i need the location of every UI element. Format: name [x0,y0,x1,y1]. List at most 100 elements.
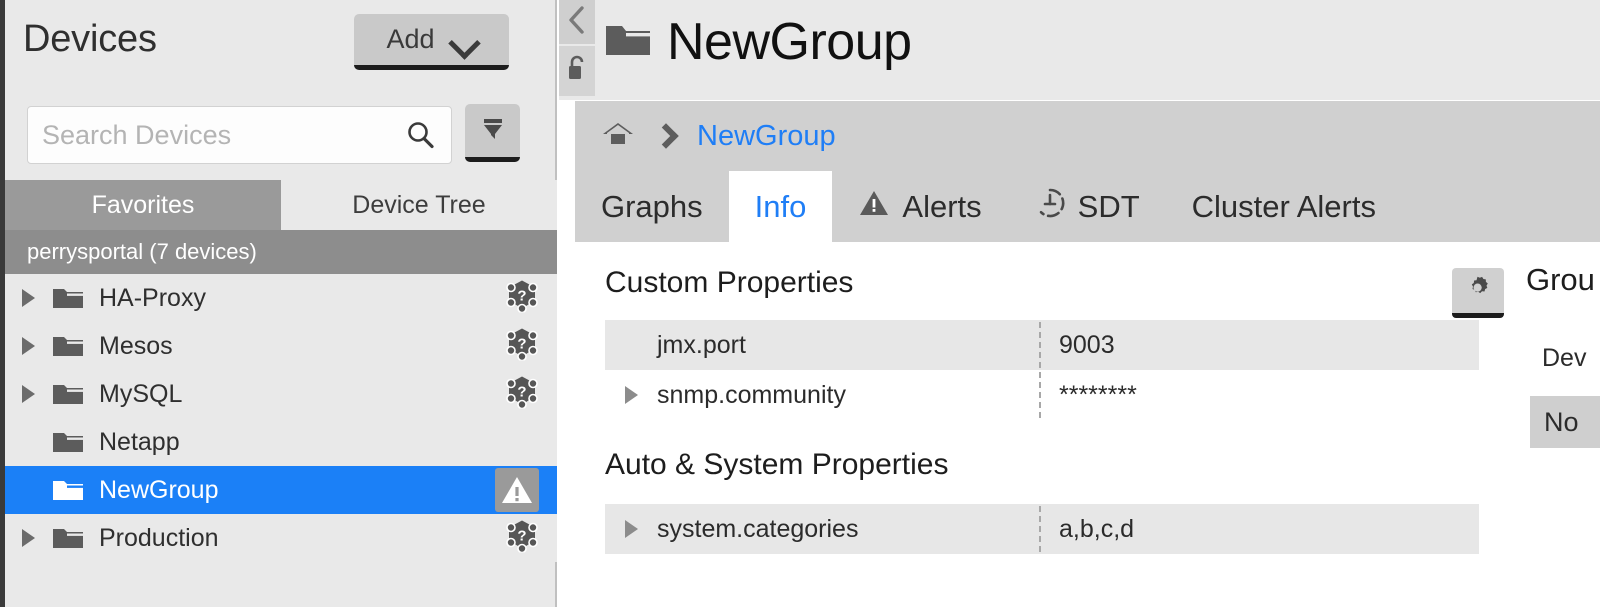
page-title-row: NewGroup [603,12,912,72]
folder-icon [51,380,95,408]
app-root: Devices Add Search Devices Favorites Dev… [0,0,1600,607]
section-custom-properties: Custom Properties [605,266,853,300]
svg-text:?: ? [517,336,526,353]
tab-sdt[interactable]: SDT [1008,171,1166,242]
tab-alerts-label: Alerts [902,189,982,224]
page-title-devices: Devices [23,18,157,60]
warning-triangle-icon [495,468,539,512]
folder-icon [603,18,653,67]
chevron-right-icon [653,123,679,149]
main-panel: NewGroup NewGroup Graphs Info Alerts SDT… [559,0,1600,607]
cluster-unknown-icon: ? [505,327,539,366]
lock-toggle-button[interactable] [559,46,595,96]
sidebar-tab-device-tree-label: Device Tree [352,190,486,219]
tab-cluster-alerts[interactable]: Cluster Alerts [1166,171,1402,242]
breadcrumb-item-newgroup[interactable]: NewGroup [697,120,836,153]
column-divider [1039,506,1041,552]
device-tree: HA-Proxy ? Mesos ? MySQL ? Netapp NewGro… [5,274,557,562]
right-panel-label: Dev [1542,344,1587,372]
property-row[interactable]: system.categories a,b,c,d [605,504,1479,554]
tab-sdt-label: SDT [1077,189,1140,224]
svg-text:?: ? [517,384,526,401]
expand-arrow-icon[interactable] [5,529,51,547]
cluster-unknown-icon: ? [505,279,539,318]
panel-edge [1518,244,1520,607]
tree-row[interactable]: Netapp [5,418,557,466]
tab-info-label: Info [754,189,807,224]
svg-text:?: ? [517,288,526,305]
tab-alerts[interactable]: Alerts [832,171,1007,242]
tree-row[interactable]: Production ? [5,514,557,562]
search-input[interactable] [28,107,373,163]
expand-arrow-icon[interactable] [5,289,51,307]
expand-arrow-icon[interactable] [5,337,51,355]
property-name: snmp.community [657,380,846,409]
cluster-unknown-icon: ? [505,519,539,558]
home-icon[interactable] [601,119,635,154]
main-header: NewGroup [559,0,1600,100]
property-value: 9003 [1059,330,1115,359]
tree-item-label: Production [99,523,219,552]
auto-system-properties-table: system.categories a,b,c,d [605,504,1479,554]
sidebar-tabs: Favorites Device Tree [5,180,557,230]
column-divider [1039,372,1041,418]
tree-item-label: Mesos [99,331,173,360]
tree-item-label: HA-Proxy [99,283,206,312]
tree-row[interactable]: HA-Proxy ? [5,274,557,322]
cluster-unknown-icon: ? [505,375,539,414]
tab-info[interactable]: Info [728,171,833,242]
main-tabs: Graphs Info Alerts SDT Cluster Alerts [575,171,1600,242]
unlock-padlock-icon [566,54,588,89]
info-content: Custom Properties jmx.port 9003 snmp.com… [575,242,1600,607]
tab-graphs[interactable]: Graphs [575,171,729,242]
sidebar-tab-device-tree[interactable]: Device Tree [281,180,557,230]
property-row[interactable]: snmp.community ******** [605,370,1479,420]
section-title: Custom Properties [605,266,854,299]
custom-properties-table: jmx.port 9003 snmp.community ******** [605,320,1479,420]
property-name: system.categories [657,514,859,543]
tree-row[interactable]: MySQL ? [5,370,557,418]
folder-icon [51,524,95,552]
group-details-panel: Grou Dev No [1518,244,1600,607]
search-icon [405,120,435,155]
settings-gear-button[interactable] [1452,268,1504,318]
column-divider [1039,322,1041,368]
collapse-sidebar-button[interactable] [559,0,595,44]
tree-group-header: perrysportal (7 devices) [5,230,557,274]
tree-row-newgroup[interactable]: NewGroup [5,466,557,514]
sdt-clock-icon [1034,187,1066,227]
funnel-icon [478,113,508,148]
folder-icon [51,428,95,456]
right-panel-value-box: No [1530,396,1600,448]
page-title: NewGroup [667,13,912,71]
filter-button[interactable] [465,104,520,162]
section-auto-system-properties: Auto & System Properties [605,448,948,482]
property-value: a,b,c,d [1059,514,1135,543]
property-name: jmx.port [657,330,746,359]
expand-arrow-icon[interactable] [605,386,657,404]
property-row[interactable]: jmx.port 9003 [605,320,1479,370]
chevron-left-icon [566,5,588,40]
folder-icon [51,284,95,312]
devices-sidebar: Devices Add Search Devices Favorites Dev… [0,0,557,607]
right-panel-title: Grou [1526,262,1595,297]
tree-group-header-label: perrysportal (7 devices) [27,239,257,264]
tree-item-label: Netapp [99,427,180,456]
sidebar-header: Devices Add [5,0,555,178]
sidebar-tab-favorites-label: Favorites [91,190,195,219]
warning-triangle-icon [858,188,890,226]
add-button-label: Add [386,24,435,54]
folder-icon [51,332,95,360]
tree-row[interactable]: Mesos ? [5,322,557,370]
expand-arrow-icon[interactable] [5,385,51,403]
sidebar-tab-favorites[interactable]: Favorites [5,180,281,230]
section-title: Auto & System Properties [605,448,949,481]
tree-item-label: NewGroup [99,475,219,504]
search-devices-field[interactable] [27,106,452,164]
property-value: ******** [1059,380,1137,409]
expand-arrow-icon[interactable] [605,520,657,538]
breadcrumb: NewGroup [575,101,1600,171]
svg-text:?: ? [517,528,526,545]
add-device-button[interactable]: Add [354,14,509,70]
gear-icon [1463,273,1493,308]
